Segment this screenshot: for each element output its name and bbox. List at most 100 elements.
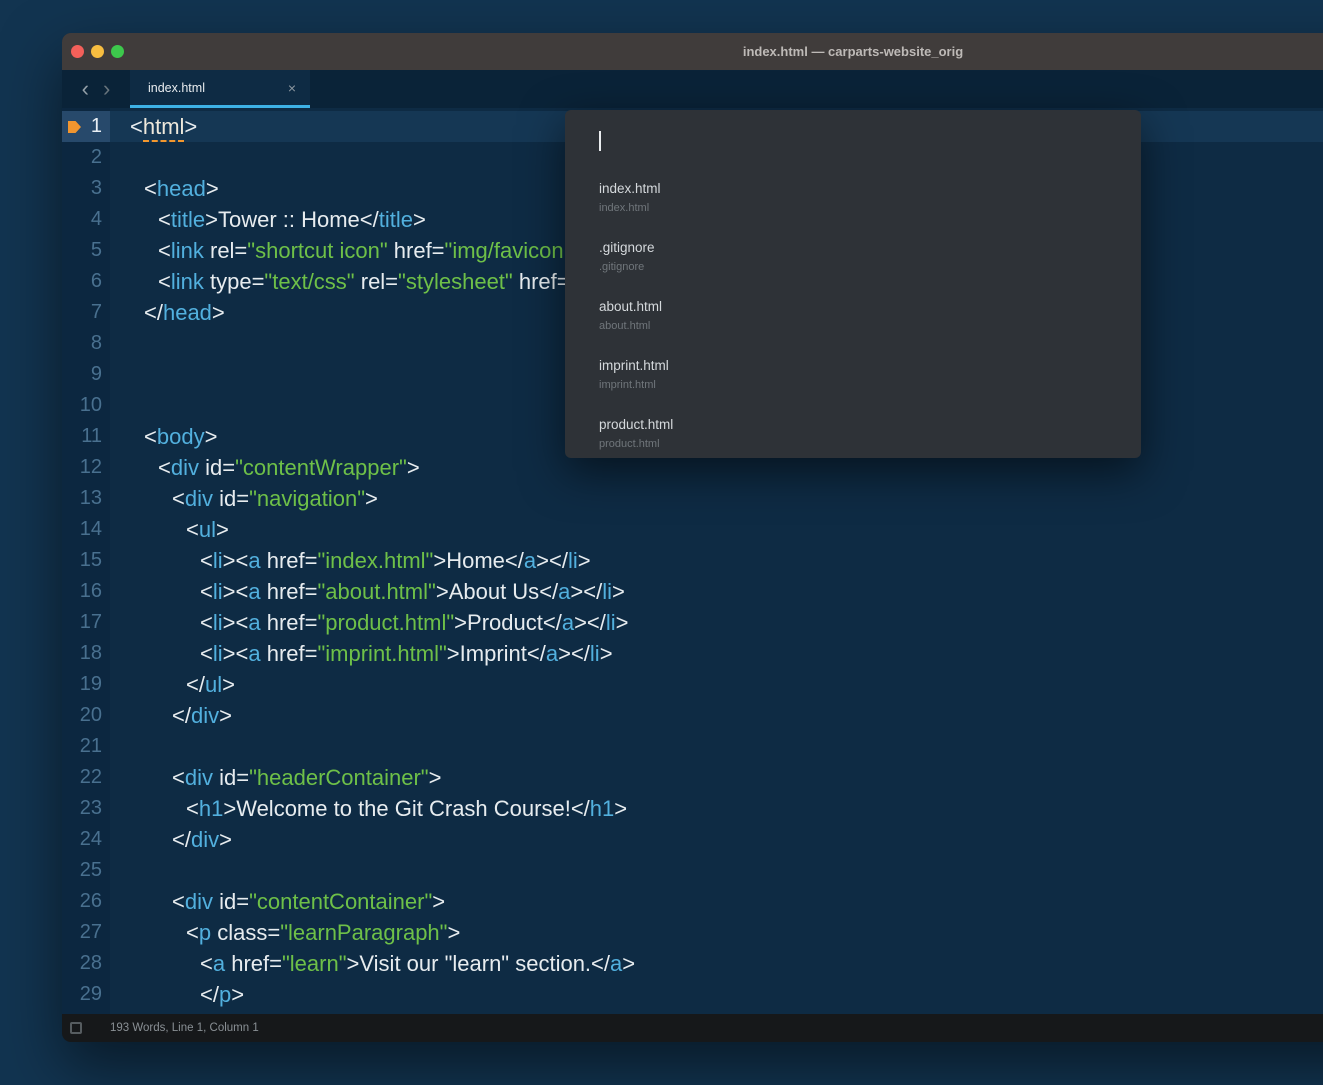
- close-window-button[interactable]: [71, 45, 84, 58]
- tab-label: index.html: [148, 81, 205, 95]
- tab-bar: ‹ › index.html ×: [62, 70, 1323, 108]
- line-number: 4: [62, 204, 110, 235]
- desktop: index.html — carparts-website_orig ‹ › i…: [0, 0, 1323, 1085]
- quick-panel-item[interactable]: .gitignore .gitignore: [565, 233, 1141, 292]
- traffic-lights: [71, 45, 124, 58]
- line-number: 1: [62, 111, 110, 142]
- line-number: 29: [62, 979, 110, 1010]
- code-line[interactable]: 26<div id="contentContainer">: [62, 886, 1323, 917]
- line-number: 11: [62, 421, 110, 452]
- quick-panel-item[interactable]: about.html about.html: [565, 292, 1141, 351]
- file-path: about.html: [599, 319, 1141, 333]
- forward-arrow-icon[interactable]: ›: [103, 71, 110, 107]
- status-text: 193 Words, Line 1, Column 1: [110, 1022, 259, 1034]
- quick-panel-list: index.htmlindex.html.gitignore.gitignore…: [565, 174, 1141, 458]
- code-line-text: </ul>: [110, 669, 1323, 700]
- line-number: 16: [62, 576, 110, 607]
- code-line[interactable]: 29</p>: [62, 979, 1323, 1010]
- file-name: imprint.html: [599, 357, 1141, 374]
- back-arrow-icon[interactable]: ‹: [82, 71, 89, 107]
- code-line-text: <div id="headerContainer">: [110, 762, 1323, 793]
- code-line[interactable]: 28<a href="learn">Visit our "learn" sect…: [62, 948, 1323, 979]
- code-line[interactable]: 21: [62, 731, 1323, 762]
- line-number: 9: [62, 359, 110, 390]
- file-name: product.html: [599, 416, 1141, 433]
- line-number: 8: [62, 328, 110, 359]
- tab-navigation: ‹ ›: [62, 70, 130, 108]
- line-number: 14: [62, 514, 110, 545]
- line-number: 13: [62, 483, 110, 514]
- quick-panel-item[interactable]: product.html product.html: [565, 410, 1141, 458]
- line-number: 23: [62, 793, 110, 824]
- code-line-text: [110, 855, 1323, 886]
- line-number: 28: [62, 948, 110, 979]
- code-line-text: <a href="learn">Visit our "learn" sectio…: [110, 948, 1323, 979]
- file-path: product.html: [599, 437, 1141, 451]
- code-line[interactable]: 16<li><a href="about.html">About Us</a><…: [62, 576, 1323, 607]
- file-name: .gitignore: [599, 239, 1141, 256]
- code-line-text: <ul>: [110, 514, 1323, 545]
- code-line[interactable]: 23<h1>Welcome to the Git Crash Course!</…: [62, 793, 1323, 824]
- code-line-text: <li><a href="product.html">Product</a></…: [110, 607, 1323, 638]
- code-line-text: <h1>Welcome to the Git Crash Course!</h1…: [110, 793, 1323, 824]
- code-line-text: <div id="contentContainer">: [110, 886, 1323, 917]
- line-number: 2: [62, 142, 110, 173]
- code-line-text: <li><a href="about.html">About Us</a></l…: [110, 576, 1323, 607]
- code-line[interactable]: 15<li><a href="index.html">Home</a></li>: [62, 545, 1323, 576]
- code-line-text: <div id="navigation">: [110, 483, 1323, 514]
- code-line-text: <p class="learnParagraph">: [110, 917, 1323, 948]
- line-number: 5: [62, 235, 110, 266]
- code-line[interactable]: 17<li><a href="product.html">Product</a>…: [62, 607, 1323, 638]
- code-line[interactable]: 13<div id="navigation">: [62, 483, 1323, 514]
- file-path: index.html: [599, 201, 1141, 215]
- code-line[interactable]: 18<li><a href="imprint.html">Imprint</a>…: [62, 638, 1323, 669]
- line-number: 15: [62, 545, 110, 576]
- pane-icon: [70, 1022, 82, 1034]
- line-number: 3: [62, 173, 110, 204]
- line-number: 24: [62, 824, 110, 855]
- window-title: index.html — carparts-website_orig: [743, 33, 963, 70]
- zoom-window-button[interactable]: [111, 45, 124, 58]
- code-line[interactable]: 25: [62, 855, 1323, 886]
- line-number: 12: [62, 452, 110, 483]
- code-line[interactable]: 19</ul>: [62, 669, 1323, 700]
- quick-open-input[interactable]: [565, 110, 1141, 174]
- code-line[interactable]: 20</div>: [62, 700, 1323, 731]
- line-number: 19: [62, 669, 110, 700]
- tab-close-icon[interactable]: ×: [288, 80, 296, 96]
- quick-panel-item[interactable]: index.html index.html: [565, 174, 1141, 233]
- code-line[interactable]: 27<p class="learnParagraph">: [62, 917, 1323, 948]
- bookmark-icon: [68, 121, 81, 133]
- line-number: 25: [62, 855, 110, 886]
- tab-index-html[interactable]: index.html ×: [130, 70, 310, 108]
- code-line[interactable]: 14<ul>: [62, 514, 1323, 545]
- file-name: about.html: [599, 298, 1141, 315]
- code-line[interactable]: 24</div>: [62, 824, 1323, 855]
- code-line-text: [110, 731, 1323, 762]
- line-number: 7: [62, 297, 110, 328]
- code-line[interactable]: 22<div id="headerContainer">: [62, 762, 1323, 793]
- line-number: 17: [62, 607, 110, 638]
- status-bar: 193 Words, Line 1, Column 1: [62, 1014, 1323, 1042]
- line-number: 22: [62, 762, 110, 793]
- line-number: 21: [62, 731, 110, 762]
- line-number: 18: [62, 638, 110, 669]
- code-line-text: </div>: [110, 824, 1323, 855]
- line-number: 10: [62, 390, 110, 421]
- line-number: 26: [62, 886, 110, 917]
- file-name: index.html: [599, 180, 1141, 197]
- code-line-text: </p>: [110, 979, 1323, 1010]
- window-titlebar[interactable]: index.html — carparts-website_orig: [62, 33, 1323, 70]
- quick-open-panel: index.htmlindex.html.gitignore.gitignore…: [565, 110, 1141, 458]
- minimize-window-button[interactable]: [91, 45, 104, 58]
- line-number: 20: [62, 700, 110, 731]
- line-number: 27: [62, 917, 110, 948]
- code-line-text: <li><a href="imprint.html">Imprint</a></…: [110, 638, 1323, 669]
- code-line-text: </div>: [110, 700, 1323, 731]
- line-number: 6: [62, 266, 110, 297]
- quick-panel-item[interactable]: imprint.html imprint.html: [565, 351, 1141, 410]
- file-path: imprint.html: [599, 378, 1141, 392]
- text-caret: [599, 131, 601, 151]
- file-path: .gitignore: [599, 260, 1141, 274]
- code-line-text: <li><a href="index.html">Home</a></li>: [110, 545, 1323, 576]
